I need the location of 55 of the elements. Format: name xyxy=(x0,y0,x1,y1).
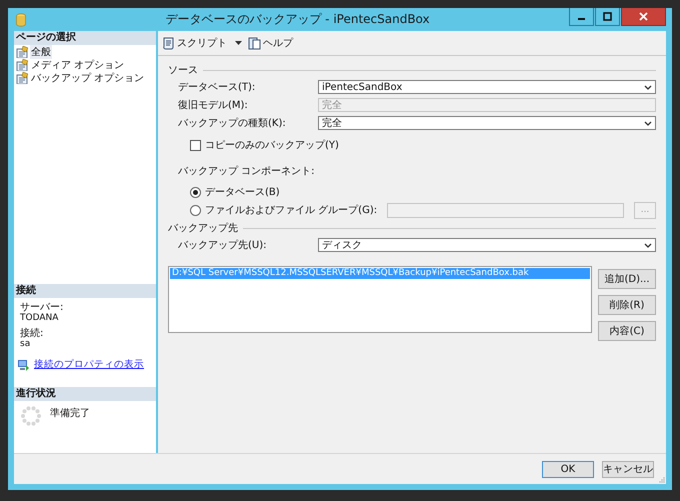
page-icon xyxy=(16,58,28,70)
radio-button[interactable] xyxy=(190,204,201,216)
field-label: サーバー: xyxy=(20,302,64,313)
page-icon xyxy=(16,46,28,58)
action-button[interactable]: 追加(D)... xyxy=(598,269,656,289)
dropdown[interactable]: 完全 xyxy=(318,116,656,130)
radio-button[interactable] xyxy=(190,186,201,198)
sidebar-item[interactable]: バックアップ オプション xyxy=(30,70,146,84)
field-label: データベース(T): xyxy=(178,81,256,94)
close-icon xyxy=(639,12,648,21)
section-header: ページの選択 xyxy=(14,31,156,45)
field-label: バックアップ コンポーネント: xyxy=(177,164,316,179)
connection-properties-link[interactable]: 接続のプロパティの表示 xyxy=(34,358,144,371)
page-icon xyxy=(16,72,28,84)
radio-label: データベース(B) xyxy=(205,186,280,199)
sidebar-item[interactable]: 全般 xyxy=(30,44,52,58)
database-icon xyxy=(16,12,26,26)
field-value: sa xyxy=(20,339,32,350)
chevron-down-icon xyxy=(644,84,652,90)
dropdown[interactable]: ディスク xyxy=(318,238,656,252)
script-icon xyxy=(162,36,175,50)
ok-button[interactable]: OK xyxy=(542,460,594,478)
properties-icon xyxy=(18,358,30,370)
sidebar-item[interactable]: メディア オプション xyxy=(30,58,126,72)
close-button[interactable] xyxy=(621,8,666,26)
toolbar-button[interactable]: スクリプト xyxy=(162,36,242,50)
radio-label: ファイルおよびファイル グループ(G): xyxy=(205,204,378,217)
section-header: 進行状況 xyxy=(14,387,156,401)
maximize-icon xyxy=(603,12,612,21)
dropdown[interactable]: iPentecSandBox xyxy=(318,80,656,94)
dropdown-caret-icon xyxy=(235,41,242,45)
field-label: 接続: xyxy=(20,328,44,339)
spinner-icon xyxy=(20,405,42,427)
window-title: データベースのバックアップ - iPentecSandBox xyxy=(164,11,431,28)
field-label: バックアップの種類(K): xyxy=(178,116,287,130)
checkbox[interactable] xyxy=(190,140,201,150)
progress-status: 準備完了 xyxy=(50,406,90,421)
action-button[interactable]: 削除(R) xyxy=(598,295,656,315)
group-title: ソース xyxy=(168,64,198,77)
readonly-field: 完全 xyxy=(318,98,656,112)
section-header: 接続 xyxy=(14,284,156,298)
chevron-down-icon xyxy=(644,242,652,248)
resize-grip-icon xyxy=(658,476,665,483)
toolbar-button[interactable]: ヘルプ xyxy=(248,36,293,50)
field-value: TODANA xyxy=(20,313,60,324)
action-button[interactable]: 内容(C) xyxy=(598,321,656,341)
field-label: バックアップ先(U): xyxy=(178,238,268,252)
checkbox-label: コピーのみのバックアップ(Y) xyxy=(205,138,339,152)
group-title: バックアップ先 xyxy=(168,222,238,235)
help-book-icon xyxy=(248,36,261,50)
field-label: 復旧モデル(M): xyxy=(178,98,249,112)
cancel-button[interactable]: キャンセル xyxy=(602,460,654,478)
maximize-button[interactable] xyxy=(595,8,620,26)
chevron-down-icon xyxy=(644,120,652,126)
minimize-button[interactable] xyxy=(569,8,594,26)
